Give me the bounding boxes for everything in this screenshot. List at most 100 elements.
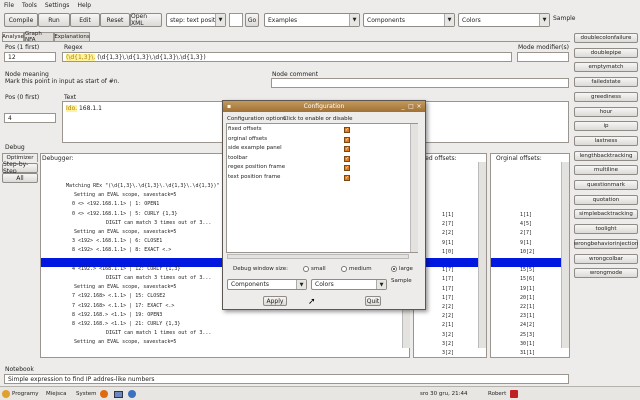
menu-settings[interactable]: Settings — [45, 2, 70, 9]
debugger-line: Setting an EVAL scope, savestack=5 — [74, 284, 177, 291]
sidebar-item-multiline[interactable]: multiline — [574, 165, 638, 176]
apply-button[interactable]: Apply — [263, 296, 287, 306]
pos-zero-label: Pos (0 first) — [5, 94, 40, 101]
option-label: orginal offsets — [228, 135, 268, 142]
open-xml-button[interactable]: Open XML — [130, 13, 162, 27]
step-combo[interactable]: step: text position ▼ — [166, 13, 226, 27]
option-label: toolbar — [228, 154, 248, 161]
debugger-line: 7 <192.168> <.1.1> | 15: CLOSE2 — [72, 293, 166, 300]
mail-launcher[interactable] — [114, 389, 123, 399]
menu-file[interactable]: File — [4, 2, 14, 9]
option-checkbox[interactable]: ✓ — [344, 165, 350, 172]
options-column-header: Configuration options — [227, 116, 287, 122]
sidebar-item-simplebacktracking[interactable]: simplebacktracking — [574, 209, 638, 220]
option-label: regex position frame — [228, 164, 286, 171]
examples-combo[interactable]: Examples ▼ — [264, 13, 360, 27]
help-launcher[interactable] — [128, 389, 136, 399]
notebook-field[interactable]: Simple expression to find IP addres-like… — [4, 374, 569, 384]
sidebar-item-wrongmode[interactable]: wrongmode — [574, 268, 638, 279]
sidebar-item-greediness[interactable]: greediness — [574, 91, 638, 102]
menu-tools[interactable]: Tools — [22, 2, 37, 9]
debugger-line: DIGIT can match 3 times out of 3... — [106, 219, 212, 226]
sidebar-item-wrongbehaviorinjection[interactable]: wrongbehaviorinjection — [574, 238, 638, 249]
step-by-step-button[interactable]: Step-by-Step — [2, 161, 38, 175]
minimize-icon[interactable]: _ — [399, 102, 407, 110]
logout-button[interactable] — [510, 389, 518, 399]
sidebar-item-failedstate[interactable]: failedstate — [574, 77, 638, 88]
places-menu[interactable]: Miejsca — [46, 389, 66, 399]
maximize-icon[interactable]: □ — [407, 102, 415, 110]
debugger-line: Setting an EVAL scope, savestack=5 — [74, 229, 177, 235]
radio-large[interactable] — [391, 266, 397, 272]
browser-launcher[interactable] — [100, 389, 108, 399]
edit-button[interactable]: Edit — [70, 13, 100, 27]
run-button[interactable]: Run — [38, 13, 70, 27]
option-checkbox[interactable]: ✓ — [344, 127, 350, 133]
pos-first-field[interactable]: 12 — [4, 52, 56, 62]
original-offset-row: 15[6] — [520, 276, 536, 283]
original-offset-row: 15[5] — [520, 267, 536, 274]
programs-menu[interactable]: Programy — [2, 389, 38, 399]
fixed-offset-row: 2[1] — [442, 322, 455, 329]
option-checkbox[interactable]: ✓ — [344, 175, 350, 181]
reset-button[interactable]: Reset — [100, 13, 130, 27]
all-button[interactable]: All — [2, 173, 38, 183]
option-checkbox[interactable]: ✓ — [344, 146, 350, 153]
node-comment-field[interactable] — [271, 78, 569, 88]
tab-analyse[interactable]: Analyse — [2, 32, 24, 41]
foot-icon — [2, 390, 10, 398]
sidebar-item-hour[interactable]: hour — [574, 106, 638, 117]
original-offset-row: 30[1] — [520, 340, 536, 347]
radio-medium[interactable] — [341, 266, 347, 272]
modifiers-field[interactable] — [517, 52, 569, 62]
tab-explanations[interactable]: Explanations — [54, 32, 90, 41]
text-highlight: Ido. — [66, 105, 78, 112]
radio-small[interactable] — [303, 266, 309, 272]
options-scrollbar[interactable] — [410, 124, 418, 252]
sidebar-item-wrongcolbar[interactable]: wrongcolbar — [574, 253, 638, 264]
fixed-offsets-scrollbar[interactable] — [478, 162, 486, 348]
examples-combo-value: Examples — [268, 16, 298, 24]
node-meaning-value: Mark this point in input as start of #n. — [5, 78, 120, 85]
datetime[interactable]: sro 30 gru, 21:44 — [420, 389, 467, 399]
system-menu[interactable]: System — [76, 389, 97, 399]
option-checkbox[interactable]: ✓ — [344, 155, 350, 162]
quit-button[interactable]: Quit — [365, 296, 381, 306]
node-comment-label: Node comment — [272, 71, 319, 78]
compile-button[interactable]: Compile — [4, 13, 38, 27]
colors-combo[interactable]: Colors ▼ — [458, 13, 550, 27]
sidebar-item-doublepipe[interactable]: doublepipe — [574, 47, 638, 58]
debugger-line: Matching REx "(\d{1,3}\.\d{1,3}\.\d{1,3}… — [66, 183, 244, 189]
debugger-line: 0 <> <192.168.1.1> | 5: CURLY {1,3} — [72, 210, 178, 217]
sidebar-item-ip[interactable]: ip — [574, 121, 638, 132]
menu-help[interactable]: Help — [77, 2, 91, 9]
go-button[interactable]: Go — [245, 13, 259, 27]
regex-field[interactable]: (\d{1,3}\. (\d{1,3}\.\d{1,3}\.\d{1,3}\.\… — [62, 52, 512, 62]
mouse-cursor-icon: ➚ — [308, 297, 316, 307]
tab-graph-nfa[interactable]: Graph NFA — [24, 31, 54, 43]
sidebar-item-toolight[interactable]: toolight — [574, 224, 638, 235]
sidebar-item-lengthbacktracking[interactable]: lengthbacktracking — [574, 150, 638, 161]
dialog-components-combo[interactable]: Components ▼ — [227, 279, 307, 290]
user-name[interactable]: Robert — [488, 389, 506, 399]
original-offsets-scrollbar[interactable] — [561, 162, 569, 348]
pos-zero-field[interactable]: 4 — [4, 113, 56, 123]
debugger-label: Debugger: — [42, 155, 74, 162]
dialog-titlebar[interactable]: ▪ Configuration _ □ × — [223, 101, 425, 112]
close-icon[interactable]: × — [415, 102, 423, 110]
components-combo[interactable]: Components ▼ — [363, 13, 455, 27]
window-menu-icon[interactable]: ▪ — [225, 102, 233, 110]
dialog-colors-combo[interactable]: Colors ▼ — [311, 279, 387, 290]
sidebar-item-quotation[interactable]: quotation — [574, 194, 638, 205]
option-checkbox[interactable]: ✓ — [344, 136, 350, 143]
original-offset-row: 31[1] — [520, 350, 536, 356]
tab-divider — [2, 41, 570, 42]
option-label: text position frame — [228, 174, 281, 180]
sidebar-item-lastness[interactable]: lastness — [574, 135, 638, 146]
sidebar-item-emptymatch[interactable]: emptymatch — [574, 62, 638, 73]
sidebar-item-doublecolonfailure[interactable]: doublecolonfailure — [574, 33, 638, 43]
sidebar-item-questionmark[interactable]: questionmark — [574, 180, 638, 190]
options-hscrollbar[interactable] — [227, 254, 409, 259]
original-offset-row: 4[5] — [520, 221, 533, 228]
step-input[interactable] — [229, 13, 243, 27]
